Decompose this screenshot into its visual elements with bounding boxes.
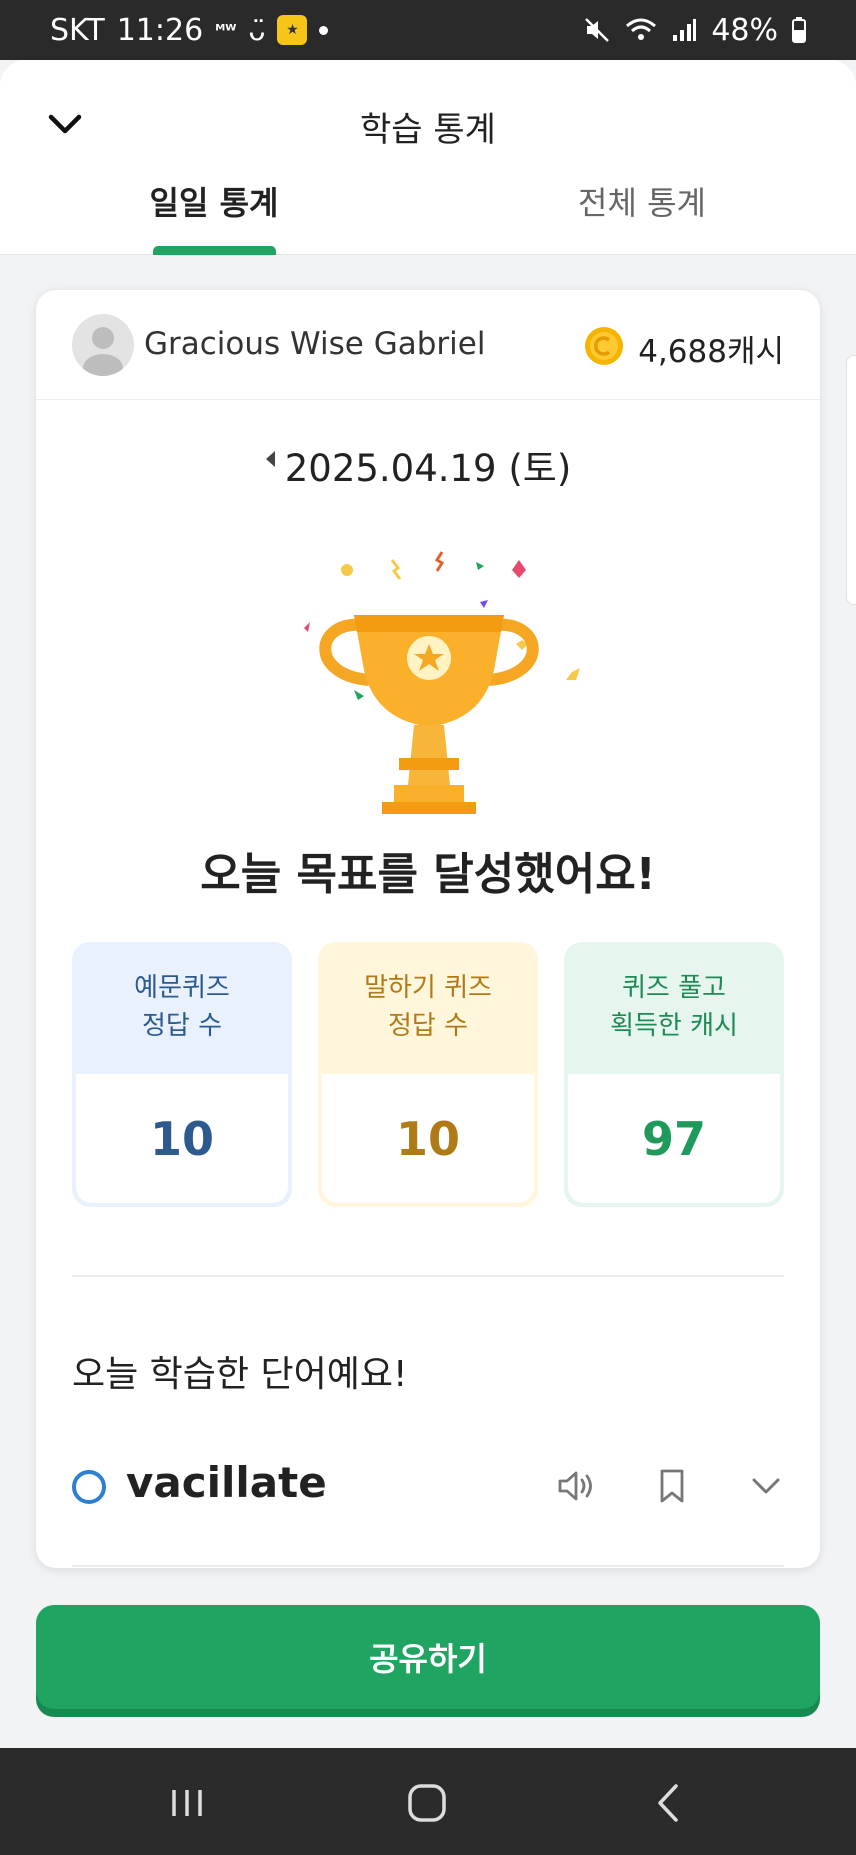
side-peek-panel: [846, 355, 856, 605]
stat-label: 예문퀴즈 정답 수: [72, 942, 292, 1074]
stat-value: 10: [322, 1074, 534, 1203]
date-label: 2025.04.19 (토): [284, 447, 572, 490]
stat-example-quiz: 예문퀴즈 정답 수 10: [72, 942, 292, 1207]
stat-value: 10: [76, 1074, 288, 1203]
word-status-icon: [72, 1470, 106, 1504]
chevron-down-icon[interactable]: [744, 1464, 788, 1508]
section-divider: [72, 1275, 784, 1277]
stat-label-line2: 정답 수: [141, 1011, 223, 1041]
date-selector: 2025.04.19 (토): [36, 438, 820, 492]
stat-value: 97: [568, 1074, 780, 1203]
stat-earned-cash: 퀴즈 풀고 획득한 캐시 97: [564, 942, 784, 1207]
share-button[interactable]: 공유하기: [36, 1605, 820, 1709]
daily-stats-card: Gracious Wise Gabriel 4,688캐시 2025.04.19…: [36, 290, 820, 1568]
stat-label-line1: 예문퀴즈: [134, 973, 230, 1004]
user-row: Gracious Wise Gabriel 4,688캐시: [36, 290, 820, 400]
back-icon[interactable]: [644, 1778, 694, 1828]
stat-speaking-quiz: 말하기 퀴즈 정답 수 10: [318, 942, 538, 1207]
more-notifications-icon: [319, 25, 329, 35]
notification-icon: ᴹᵂ: [215, 20, 237, 40]
signal-icon: [673, 19, 697, 41]
clock: 11:26: [116, 12, 204, 48]
speaker-icon[interactable]: [554, 1464, 598, 1508]
word-text: vacillate: [126, 1458, 327, 1507]
active-tab-indicator: [153, 246, 276, 255]
coin-icon: [585, 327, 623, 365]
status-bar: SKT 11:26 ᴹᵂ ᴗ̈ ★ 48%: [0, 0, 856, 60]
app-header: 학습 통계 일일 통계 전체 통계: [0, 60, 856, 255]
system-navigation-bar: [0, 1748, 856, 1855]
recent-apps-icon[interactable]: [162, 1778, 212, 1828]
battery-percent: 48%: [711, 12, 778, 48]
app-notification-icon: ★: [277, 15, 308, 45]
stat-label: 말하기 퀴즈 정답 수: [318, 942, 538, 1074]
avatar: [72, 314, 134, 376]
stat-label-line1: 말하기 퀴즈: [364, 973, 492, 1004]
stat-label-line2: 정답 수: [387, 1011, 469, 1041]
page-title: 학습 통계: [360, 110, 496, 150]
cash-balance: 4,688캐시: [638, 334, 784, 370]
stat-label-line2: 획득한 캐시: [610, 1011, 738, 1041]
bookmark-icon[interactable]: [650, 1464, 694, 1508]
wifi-icon: [626, 18, 657, 40]
list-item[interactable]: vacillate: [36, 1450, 820, 1520]
stat-label: 퀴즈 풀고 획득한 캐시: [564, 942, 784, 1074]
battery-icon: [792, 17, 806, 43]
tab-total-stats[interactable]: 전체 통계: [522, 178, 762, 224]
stat-label-line1: 퀴즈 풀고: [622, 973, 726, 1004]
username: Gracious Wise Gabriel: [144, 326, 486, 362]
caret-left-icon[interactable]: [262, 448, 280, 470]
smile-icon: ᴗ̈: [248, 13, 266, 47]
learned-words-title: 오늘 학습한 단어예요!: [72, 1354, 408, 1395]
list-divider: [72, 1565, 784, 1567]
tab-daily-stats[interactable]: 일일 통계: [94, 178, 334, 224]
home-icon[interactable]: [402, 1778, 452, 1828]
mute-icon: [585, 18, 610, 42]
trophy-icon: [304, 551, 580, 814]
carrier-label: SKT: [50, 12, 105, 48]
goal-achieved-message: 오늘 목표를 달성했어요!: [200, 849, 656, 900]
